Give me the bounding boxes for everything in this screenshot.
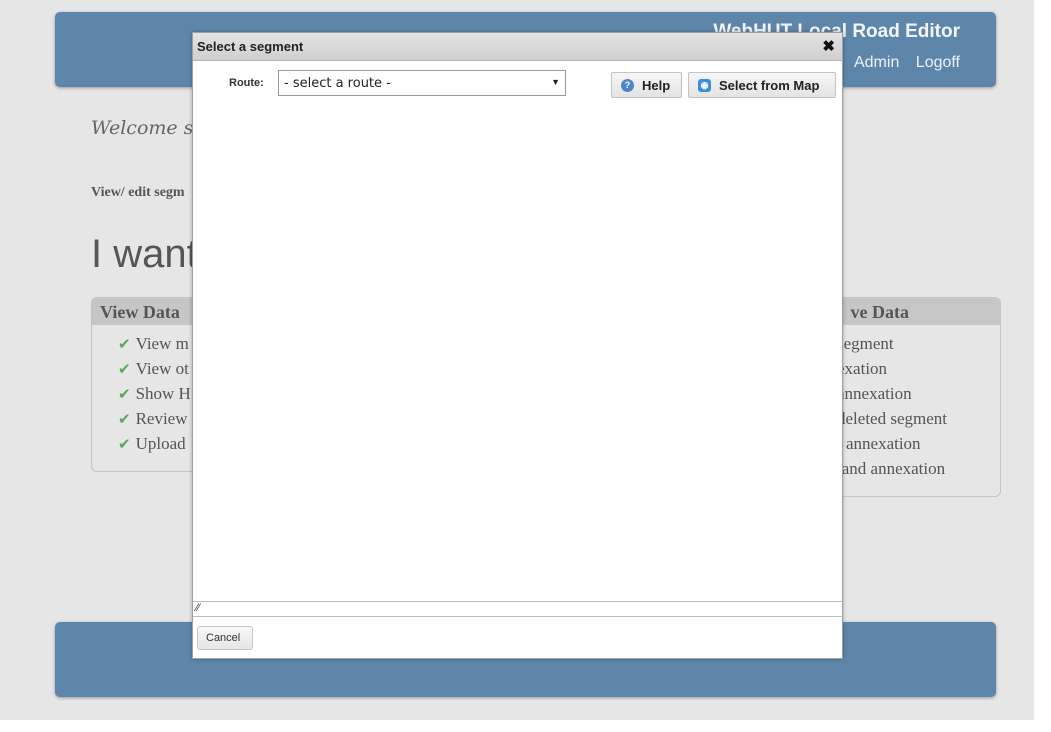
- globe-icon: ◉: [698, 79, 711, 92]
- header-nav: Admin Logoff: [842, 54, 960, 72]
- resize-strip: ⁄⁄: [193, 601, 842, 617]
- help-button[interactable]: ? Help: [611, 72, 682, 98]
- check-icon: ✔: [118, 337, 131, 353]
- cancel-button[interactable]: Cancel: [197, 626, 253, 650]
- cancel-button-label: Cancel: [206, 632, 241, 644]
- route-select-value: - select a route -: [284, 76, 391, 91]
- dialog-content-area: [193, 107, 842, 601]
- dialog-title: Select a segment: [197, 39, 304, 54]
- help-icon: ?: [621, 79, 634, 92]
- check-icon: ✔: [118, 412, 131, 428]
- route-select[interactable]: - select a route - ▼: [278, 70, 566, 96]
- select-from-map-button[interactable]: ◉ Select from Map: [688, 72, 836, 98]
- view-data-item-label: View m: [135, 334, 189, 353]
- check-icon: ✔: [118, 387, 131, 403]
- view-data-item-label: Review: [135, 409, 188, 428]
- page-heading: I want: [91, 232, 198, 276]
- nav-logoff-link[interactable]: Logoff: [916, 54, 960, 71]
- check-icon: ✔: [118, 362, 131, 378]
- dialog-titlebar[interactable]: Select a segment ✖: [193, 33, 842, 61]
- chevron-down-icon: ▼: [551, 77, 560, 87]
- view-data-item-label: View ot: [135, 359, 189, 378]
- edit-segment-line: View/ edit segm: [91, 185, 185, 200]
- select-segment-dialog: Select a segment ✖ Route: - select a rou…: [192, 32, 843, 659]
- view-data-item-label: Show H: [135, 384, 191, 403]
- check-icon: ✔: [118, 437, 131, 453]
- close-icon[interactable]: ✖: [822, 37, 835, 55]
- nav-admin-link[interactable]: Admin: [854, 54, 899, 71]
- view-data-item-label: Upload: [135, 434, 186, 453]
- help-button-label: Help: [642, 78, 671, 93]
- route-label: Route:: [229, 77, 264, 89]
- resize-handle-icon[interactable]: ⁄⁄: [196, 602, 200, 614]
- select-from-map-label: Select from Map: [719, 78, 820, 93]
